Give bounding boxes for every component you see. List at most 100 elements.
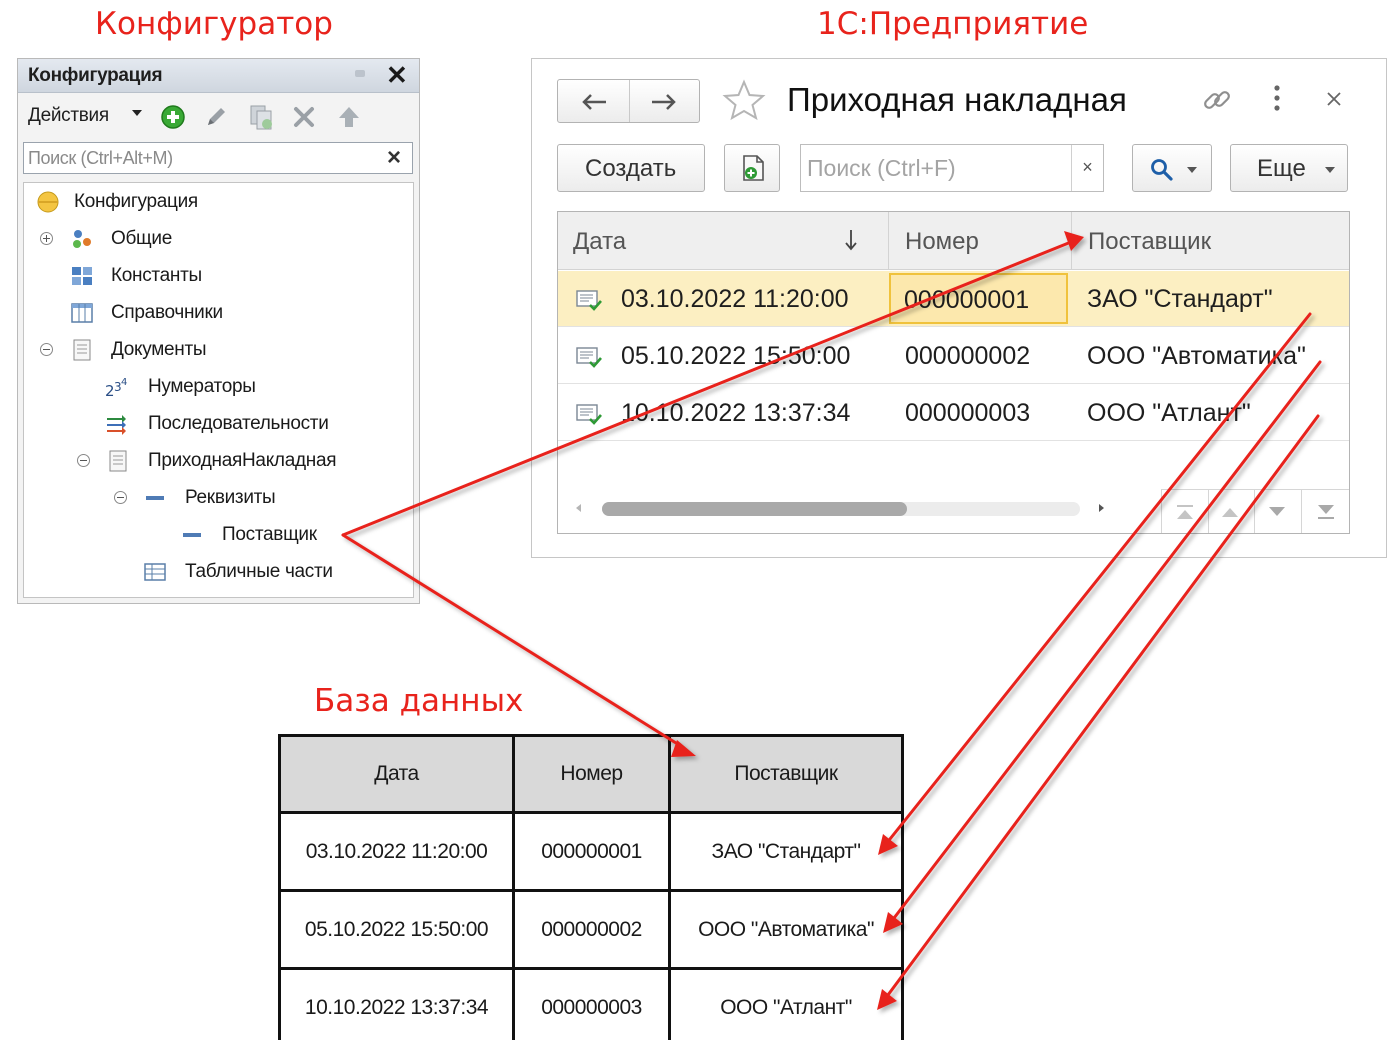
tabular-section-icon	[144, 563, 166, 581]
configurator-search-input[interactable]	[24, 143, 382, 173]
configurator-title: Конфигурация	[28, 65, 163, 86]
new-document-button[interactable]	[724, 144, 780, 192]
create-button-label: Создать	[585, 155, 677, 182]
table-header-row: Дата Номер Поставщик	[278, 734, 904, 814]
tree-item-label: Константы	[111, 265, 202, 286]
actions-menu-button[interactable]: Действия	[28, 105, 109, 127]
new-document-icon	[743, 155, 764, 181]
tree-item-incoming-invoice[interactable]: ПриходнаяНакладная	[24, 446, 413, 476]
collapse-icon[interactable]	[77, 454, 90, 467]
table-row: 05.10.2022 15:50:00 000000002 ООО "Автом…	[278, 889, 904, 970]
collapse-icon[interactable]	[40, 343, 53, 356]
cell-number: 000000003	[905, 399, 1031, 427]
table-cell: 03.10.2022 11:20:00	[278, 811, 515, 892]
tree-item-numerators[interactable]: 2 3 4 Нумераторы	[24, 372, 413, 402]
tree-item-label: Конфигурация	[74, 191, 198, 212]
column-header-label: Дата	[573, 228, 627, 255]
constants-icon	[72, 267, 92, 285]
scroll-right-icon[interactable]	[1099, 504, 1104, 512]
cell-date: 05.10.2022 15:50:00	[621, 342, 851, 370]
horizontal-scrollbar[interactable]	[602, 502, 1080, 516]
document-list: Дата Номер Поставщик 03.10.2022 11:20:00…	[557, 211, 1350, 534]
nav-buttons	[557, 79, 700, 123]
cell-date: 10.10.2022 13:37:34	[621, 399, 851, 427]
posted-document-icon	[576, 290, 602, 311]
previous-row-icon[interactable]	[1219, 503, 1241, 521]
tree-item-tabular-sections[interactable]: Табличные части	[24, 557, 413, 587]
close-icon[interactable]	[1324, 89, 1344, 109]
table-cell: ООО "Атлант"	[668, 967, 904, 1040]
tree-item-label: ПриходнаяНакладная	[148, 450, 337, 471]
link-icon[interactable]	[1200, 83, 1234, 117]
tree-item-label: Справочники	[111, 302, 223, 323]
list-search-input[interactable]	[801, 145, 1069, 191]
back-arrow-icon[interactable]	[580, 92, 608, 112]
tree-item-documents[interactable]: Документы	[24, 335, 413, 365]
more-menu-button[interactable]: Еще	[1230, 144, 1348, 192]
tree-item-sequences[interactable]: Последовательности	[24, 409, 413, 439]
scroll-left-icon[interactable]	[576, 504, 581, 512]
configurator-heading: Конфигуратор	[95, 6, 333, 42]
last-row-icon[interactable]	[1315, 503, 1337, 521]
table-row[interactable]: 03.10.2022 11:20:00 000000001 ЗАО "Станд…	[558, 271, 1349, 327]
table-row[interactable]: 05.10.2022 15:50:00 000000002 ООО "Автом…	[558, 328, 1349, 384]
configurator-search: ×	[23, 142, 413, 174]
tree-item-label: Реквизиты	[185, 487, 276, 508]
cell-number: 000000001	[904, 286, 1030, 314]
star-icon[interactable]	[722, 79, 766, 121]
database-table: Дата Номер Поставщик 03.10.2022 11:20:00…	[278, 734, 904, 1040]
table-cell: 05.10.2022 15:50:00	[278, 889, 515, 970]
configuration-tree: Конфигурация Общие Константы Справочники	[23, 182, 414, 598]
next-row-icon[interactable]	[1266, 503, 1288, 521]
move-up-icon[interactable]	[335, 103, 363, 131]
cell-supplier: ЗАО "Стандарт"	[1087, 285, 1273, 313]
collapse-icon[interactable]	[114, 491, 127, 504]
pin-icon[interactable]	[355, 70, 365, 77]
configuration-icon	[37, 191, 59, 213]
close-icon[interactable]: ✕	[386, 60, 408, 91]
column-header-date[interactable]: Дата	[558, 212, 888, 270]
selected-cell[interactable]: 000000001	[889, 273, 1068, 324]
tree-item-label: Табличные части	[185, 561, 333, 582]
table-row: 10.10.2022 13:37:34 000000003 ООО "Атлан…	[278, 967, 904, 1040]
cell-number: 000000002	[905, 342, 1031, 370]
table-row[interactable]: 10.10.2022 13:37:34 000000003 ООО "Атлан…	[558, 385, 1349, 441]
document-icon	[109, 450, 127, 472]
tree-item-label: Последовательности	[148, 413, 329, 434]
tree-item-configuration[interactable]: Конфигурация	[24, 187, 413, 217]
cell-date: 03.10.2022 11:20:00	[621, 285, 849, 313]
tree-item-common[interactable]: Общие	[24, 224, 413, 254]
tree-item-supplier-attribute[interactable]: Поставщик	[24, 520, 413, 550]
clear-search-button[interactable]: ×	[1071, 145, 1103, 191]
attributes-icon	[146, 496, 164, 500]
first-row-icon[interactable]	[1174, 503, 1196, 521]
search-options-button[interactable]	[1132, 144, 1212, 192]
sort-descending-icon	[845, 230, 857, 251]
table-row: 03.10.2022 11:20:00 000000001 ЗАО "Станд…	[278, 811, 904, 892]
table-cell: 000000002	[512, 889, 671, 970]
row-navigation	[1161, 489, 1349, 533]
tree-item-constants[interactable]: Константы	[24, 261, 413, 291]
documents-icon	[73, 339, 91, 361]
expand-icon[interactable]	[40, 232, 53, 245]
clear-search-icon[interactable]: ×	[387, 144, 401, 172]
table-cell: ЗАО "Стандарт"	[668, 811, 904, 892]
configurator-toolbar: Действия	[18, 94, 419, 138]
more-vertical-icon[interactable]	[1267, 81, 1287, 115]
cell-supplier: ООО "Автоматика"	[1087, 342, 1306, 370]
add-icon[interactable]	[159, 103, 187, 131]
common-icon	[73, 230, 91, 248]
copy-icon[interactable]	[247, 103, 275, 131]
create-button[interactable]: Создать	[557, 144, 705, 192]
edit-icon[interactable]	[202, 103, 230, 131]
scrollbar-thumb[interactable]	[602, 502, 907, 516]
delete-icon[interactable]	[290, 103, 318, 131]
forward-arrow-icon[interactable]	[650, 92, 678, 112]
tree-item-attributes[interactable]: Реквизиты	[24, 483, 413, 513]
column-header-supplier[interactable]: Поставщик	[1071, 212, 1349, 270]
table-cell: 10.10.2022 13:37:34	[278, 967, 515, 1040]
tree-item-catalogs[interactable]: Справочники	[24, 298, 413, 328]
column-header-number[interactable]: Номер	[888, 212, 1071, 270]
table-cell: 000000001	[512, 811, 671, 892]
database-heading: База данных	[314, 683, 524, 719]
